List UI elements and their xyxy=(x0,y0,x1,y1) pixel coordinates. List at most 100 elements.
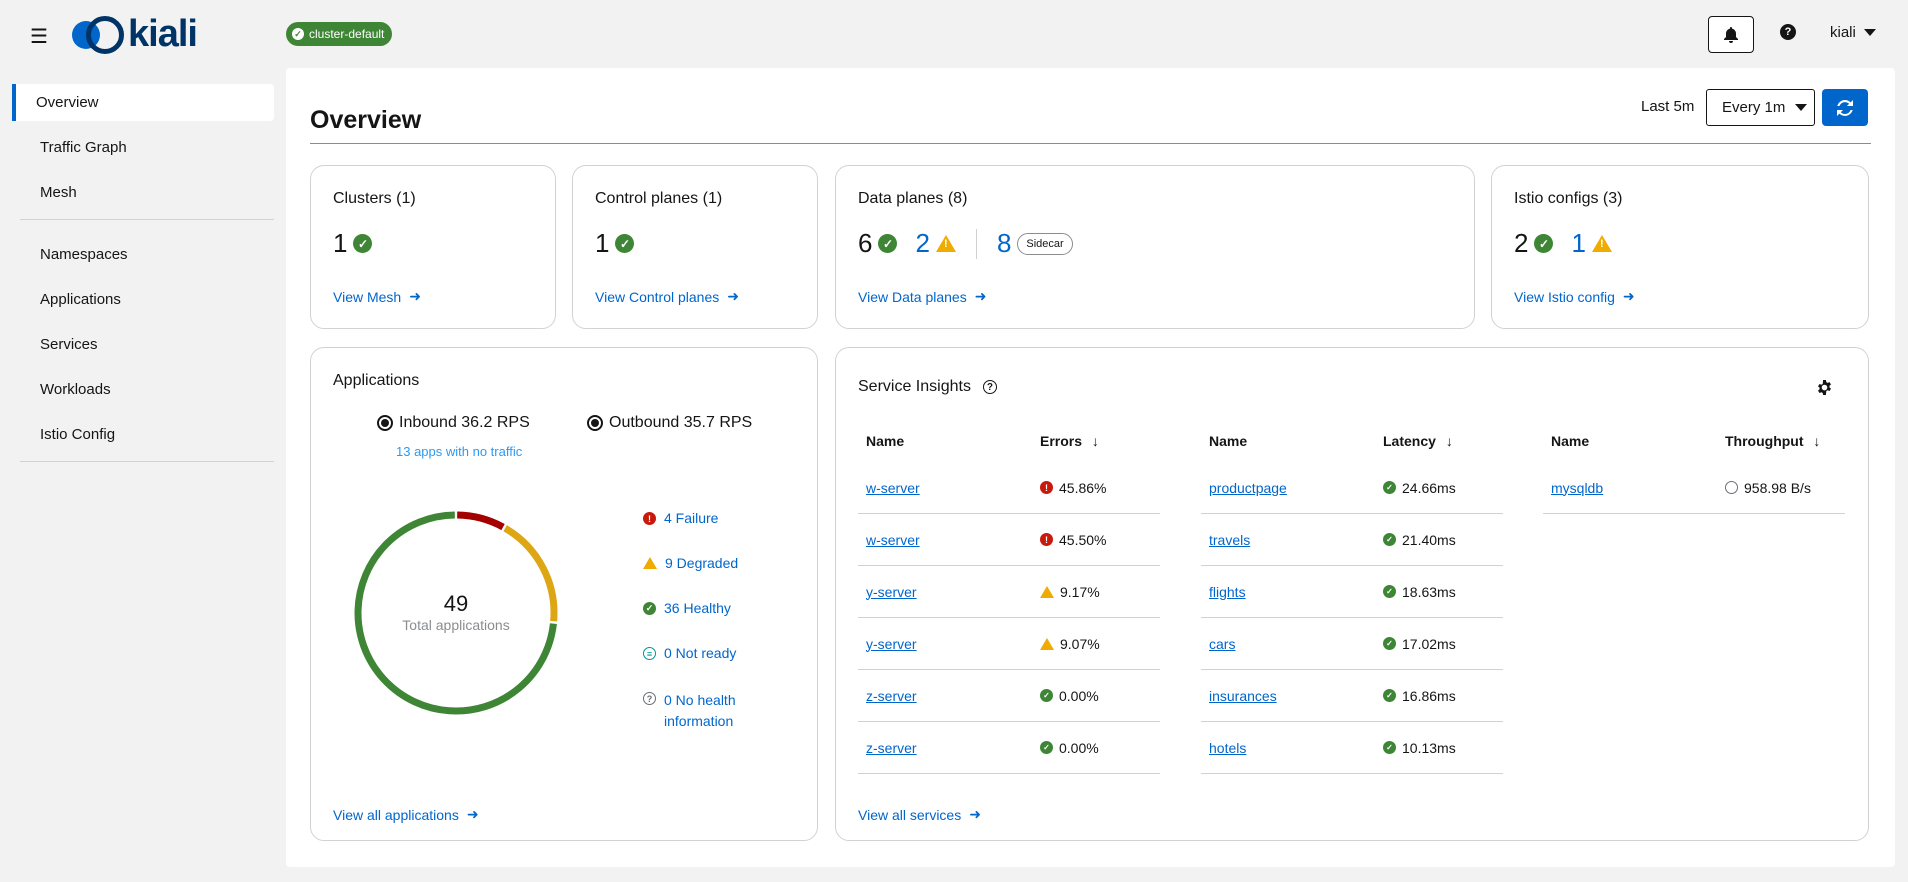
col-header-latency[interactable]: Latency ↓ xyxy=(1383,433,1453,449)
col-header-throughput-label: Throughput xyxy=(1725,433,1804,449)
help-icon[interactable]: ? xyxy=(982,380,997,394)
arrow-down-icon: ↓ xyxy=(1091,433,1099,449)
sidebar-item-namespaces[interactable]: Namespaces xyxy=(12,236,274,273)
view-control-planes-link[interactable]: View Control planes ➜ xyxy=(595,288,739,305)
sidebar-item-workloads[interactable]: Workloads xyxy=(12,371,274,408)
arrow-right-icon: ➜ xyxy=(1622,288,1635,304)
col-header-throughput[interactable]: Throughput ↓ xyxy=(1725,433,1820,449)
service-name-cell: w-server xyxy=(858,480,1040,496)
service-name-cell: y-server xyxy=(858,636,1040,652)
arrow-right-icon: ➜ xyxy=(466,806,479,822)
service-name-link[interactable]: hotels xyxy=(1209,740,1246,756)
sidebar-item-applications[interactable]: Applications xyxy=(12,281,274,318)
service-name-link[interactable]: mysqldb xyxy=(1551,480,1603,496)
control-planes-ok-count: 1 xyxy=(595,228,610,258)
throughput-table: Name Throughput ↓ mysqldb 958.98 B/s xyxy=(1543,420,1845,514)
view-data-planes-link[interactable]: View Data planes ➜ xyxy=(858,288,986,305)
sidebar-item-istio-config[interactable]: Istio Config xyxy=(12,416,274,453)
istio-configs-status: 2 ✓ 1 xyxy=(1514,228,1612,259)
col-header-name[interactable]: Name xyxy=(858,433,1040,449)
sidebar-divider xyxy=(20,219,274,220)
legend-healthy[interactable]: ✓ 36 Healthy xyxy=(643,600,731,616)
service-name-link[interactable]: travels xyxy=(1209,532,1250,548)
table-row: y-server 9.07% xyxy=(858,618,1160,670)
service-name-link[interactable]: z-server xyxy=(866,688,917,704)
hamburger-menu-icon[interactable]: ☰ xyxy=(30,24,48,49)
legend-degraded[interactable]: 9 Degraded xyxy=(643,555,738,571)
logo-circles-icon xyxy=(72,14,126,54)
service-name-link[interactable]: productpage xyxy=(1209,480,1287,496)
table-row: z-server ✓ 0.00% xyxy=(858,722,1160,774)
service-name-link[interactable]: insurances xyxy=(1209,688,1277,704)
legend-no-health[interactable]: ? 0 No health information xyxy=(643,690,736,732)
check-circle-icon: ✓ xyxy=(1040,689,1053,702)
outbound-toggle[interactable]: Outbound 35.7 RPS xyxy=(587,414,752,432)
clusters-card: Clusters (1) 1 ✓ View Mesh ➜ xyxy=(310,165,556,329)
title-divider xyxy=(310,143,1871,144)
legend-failure[interactable]: ! 4 Failure xyxy=(643,510,718,526)
refresh-button[interactable] xyxy=(1822,89,1868,126)
metric-value: 24.66ms xyxy=(1402,479,1456,496)
arrow-right-icon: ➜ xyxy=(969,806,981,822)
check-circle-icon: ✓ xyxy=(353,234,373,253)
legend-not-ready[interactable]: ≡ 0 Not ready xyxy=(643,645,736,661)
help-icon[interactable]: ? xyxy=(1780,24,1796,40)
data-planes-ok-count: 6 xyxy=(858,228,873,258)
sidebar-item-traffic-graph[interactable]: Traffic Graph xyxy=(12,129,274,166)
metric-value: 45.50% xyxy=(1059,531,1107,548)
col-header-name[interactable]: Name xyxy=(1201,433,1383,449)
errors-table-header: Name Errors ↓ xyxy=(858,420,1160,462)
throughput-rows: mysqldb 958.98 B/s xyxy=(1543,462,1845,514)
sidecar-badge: Sidecar xyxy=(1017,232,1073,255)
page-title: Overview xyxy=(310,106,422,134)
istio-configs-ok-count: 2 xyxy=(1514,228,1529,258)
service-name-link[interactable]: y-server xyxy=(866,636,917,652)
notifications-button[interactable] xyxy=(1708,16,1754,53)
view-data-planes-label: View Data planes xyxy=(858,288,967,305)
metric-value-cell: ✓ 18.63ms xyxy=(1383,584,1456,600)
metric-value-cell: 9.17% xyxy=(1040,584,1100,600)
view-mesh-link[interactable]: View Mesh ➜ xyxy=(333,288,421,305)
radio-selected-icon xyxy=(377,415,393,431)
inbound-toggle[interactable]: Inbound 36.2 RPS xyxy=(377,414,530,432)
table-row: productpage ✓ 24.66ms xyxy=(1201,462,1503,514)
kiali-logo[interactable]: kiali xyxy=(72,14,198,54)
outbound-label: Outbound 35.7 RPS xyxy=(609,414,753,431)
main-panel: Overview Last 5m Every 1m Clusters (1) 1… xyxy=(286,68,1895,867)
metric-value: 17.02ms xyxy=(1402,635,1456,652)
istio-configs-warn-count[interactable]: 1 xyxy=(1571,228,1585,259)
service-name-link[interactable]: cars xyxy=(1209,636,1235,652)
donut-slice-failure[interactable] xyxy=(457,511,505,531)
sidebar-item-services[interactable]: Services xyxy=(12,326,274,363)
view-all-services-link[interactable]: View all services ➜ xyxy=(858,806,981,823)
view-all-applications-link[interactable]: View all applications ➜ xyxy=(333,806,479,823)
data-planes-sidecar-count[interactable]: 8 xyxy=(997,228,1011,259)
metric-value: 21.40ms xyxy=(1402,531,1456,548)
view-mesh-label: View Mesh xyxy=(333,288,402,305)
service-name-link[interactable]: z-server xyxy=(866,740,917,756)
control-planes-card: Control planes (1) 1 ✓ View Control plan… xyxy=(572,165,818,329)
refresh-interval-select[interactable]: Every 1m xyxy=(1706,89,1815,126)
service-name-cell: travels xyxy=(1201,532,1383,548)
service-name-cell: y-server xyxy=(858,584,1040,600)
health-donut-chart: 49 Total applications xyxy=(354,511,558,715)
table-row: insurances ✓ 16.86ms xyxy=(1201,670,1503,722)
view-istio-config-link[interactable]: View Istio config ➜ xyxy=(1514,288,1635,305)
service-name-link[interactable]: flights xyxy=(1209,584,1246,600)
metric-value: 16.86ms xyxy=(1402,687,1456,704)
sync-icon xyxy=(1837,99,1853,116)
service-name-link[interactable]: y-server xyxy=(866,584,917,600)
col-header-errors[interactable]: Errors ↓ xyxy=(1040,433,1099,449)
warning-triangle-icon xyxy=(935,235,956,252)
gear-icon[interactable] xyxy=(1817,380,1832,395)
service-name-cell: insurances xyxy=(1201,688,1383,704)
sidebar-item-overview[interactable]: Overview xyxy=(12,84,274,121)
data-planes-warn-count[interactable]: 2 xyxy=(915,228,929,259)
col-header-name[interactable]: Name xyxy=(1543,433,1725,449)
sidebar-item-mesh[interactable]: Mesh xyxy=(12,174,274,211)
no-traffic-link[interactable]: 13 apps with no traffic xyxy=(396,444,522,459)
donut-slice-degraded[interactable] xyxy=(503,525,558,622)
service-name-link[interactable]: w-server xyxy=(866,532,920,548)
user-menu[interactable]: kiali xyxy=(1830,24,1876,41)
service-name-link[interactable]: w-server xyxy=(866,480,920,496)
